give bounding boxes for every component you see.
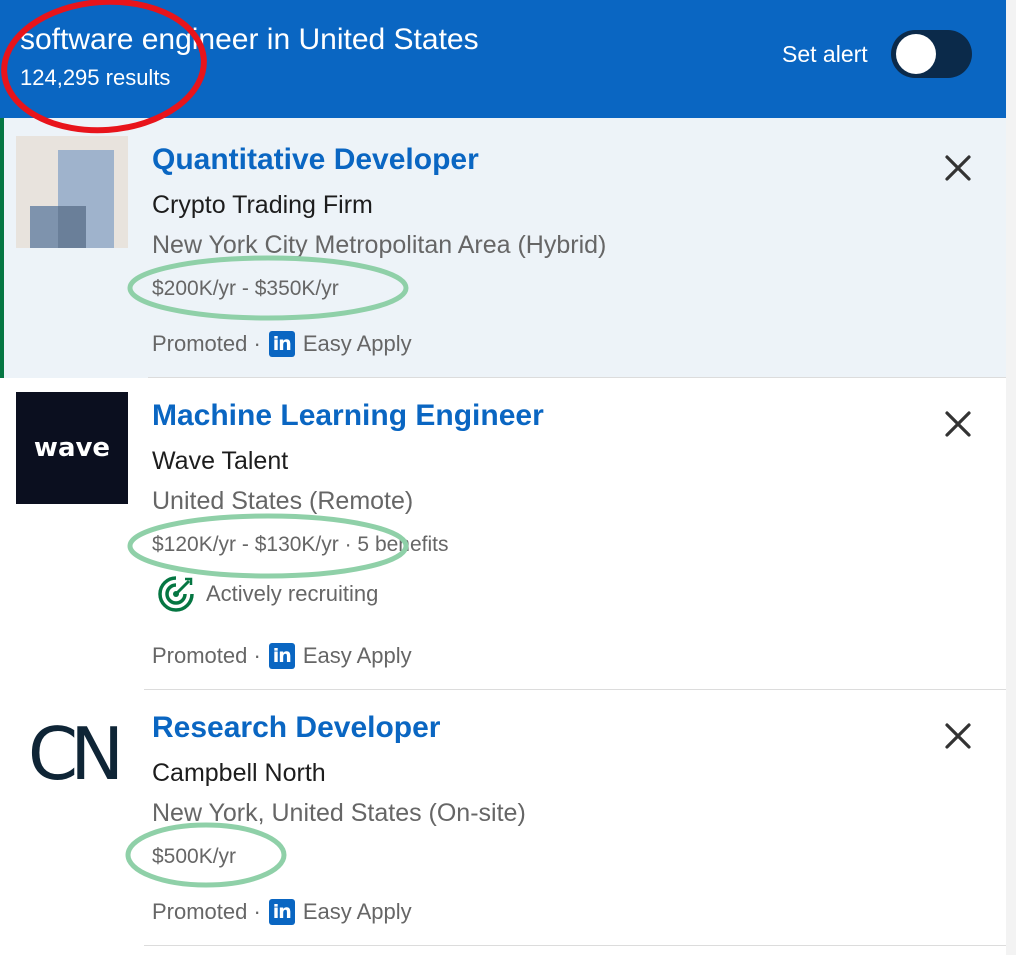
job-footer: Promoted · in Easy Apply xyxy=(152,642,412,670)
close-icon[interactable] xyxy=(940,406,976,442)
set-alert-toggle[interactable] xyxy=(891,30,972,78)
close-icon[interactable] xyxy=(940,150,976,186)
job-footer: Promoted · in Easy Apply xyxy=(152,330,412,358)
target-icon xyxy=(158,576,194,612)
job-card-quantitative-developer[interactable]: Quantitative Developer Crypto Trading Fi… xyxy=(0,118,1006,378)
job-footer: Promoted · in Easy Apply xyxy=(152,898,412,926)
scrollbar[interactable] xyxy=(1006,0,1016,955)
close-icon[interactable] xyxy=(940,718,976,754)
logo-text: wave xyxy=(33,433,111,463)
job-card-research-developer[interactable]: CN Research Developer Campbell North New… xyxy=(0,690,1006,946)
search-results-header: software engineer in United States 124,2… xyxy=(0,0,1006,118)
job-card-machine-learning-engineer[interactable]: wave Machine Learning Engineer Wave Tale… xyxy=(0,378,1006,690)
card-divider xyxy=(144,945,1006,946)
search-query-title: software engineer in United States xyxy=(20,23,479,56)
job-title-link[interactable]: Quantitative Developer xyxy=(152,142,479,178)
company-logo-placeholder xyxy=(16,136,128,248)
actively-recruiting-badge: Actively recruiting xyxy=(156,574,378,614)
linkedin-icon: in xyxy=(268,643,295,669)
set-alert-label: Set alert xyxy=(782,41,868,67)
company-logo-campbell-north: CN xyxy=(16,698,128,810)
logo-text: CN xyxy=(27,712,124,796)
salary-and-benefits: $120K/yr - $130K/yr · 5 benefits xyxy=(152,533,449,556)
promoted-label: Promoted · xyxy=(152,899,261,924)
company-name: Wave Talent xyxy=(152,447,289,475)
job-title-link[interactable]: Research Developer xyxy=(152,710,441,746)
job-location: New York, United States (On-site) xyxy=(152,799,526,827)
salary-range: $200K/yr - $350K/yr xyxy=(152,277,339,300)
recruiting-label: Actively recruiting xyxy=(206,581,379,606)
easy-apply-label: Easy Apply xyxy=(302,643,412,668)
job-location: United States (Remote) xyxy=(152,487,414,515)
linkedin-icon: in xyxy=(268,331,295,357)
promoted-label: Promoted · xyxy=(152,331,261,356)
company-name: Crypto Trading Firm xyxy=(152,191,373,219)
easy-apply-label: Easy Apply xyxy=(302,331,412,356)
easy-apply-label: Easy Apply xyxy=(302,899,412,924)
result-count: 124,295 results xyxy=(20,65,171,90)
company-logo-wave: wave xyxy=(16,392,128,504)
job-title-link[interactable]: Machine Learning Engineer xyxy=(152,398,544,434)
company-name: Campbell North xyxy=(152,759,326,787)
job-location: New York City Metropolitan Area (Hybrid) xyxy=(152,231,607,259)
linkedin-icon: in xyxy=(268,899,295,925)
toggle-knob xyxy=(896,34,936,74)
promoted-label: Promoted · xyxy=(152,643,261,668)
salary-range: $500K/yr xyxy=(152,845,237,868)
